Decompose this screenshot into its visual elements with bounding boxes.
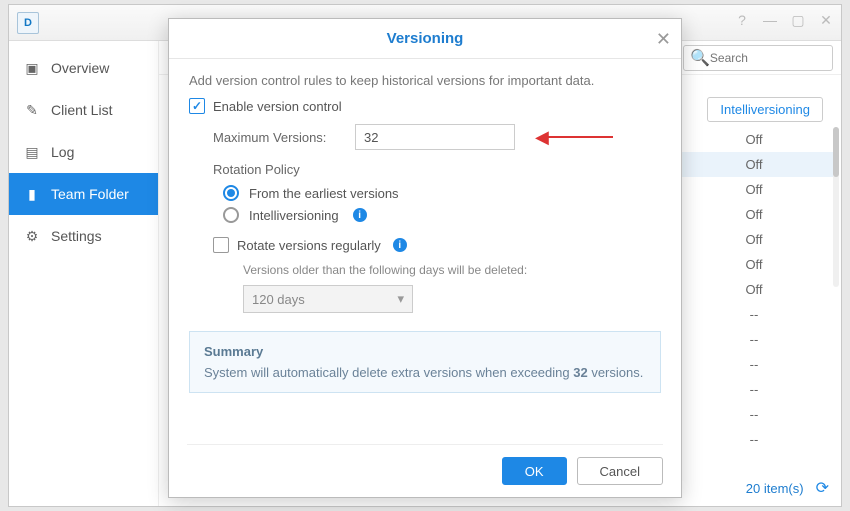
rotate-regularly-label: Rotate versions regularly — [237, 238, 381, 253]
rotation-policy-label: Rotation Policy — [213, 162, 661, 177]
info-icon[interactable]: i — [353, 208, 367, 222]
dialog-titlebar: Versioning ✕ — [169, 19, 681, 59]
summary-text: System will automatically delete extra v… — [204, 365, 646, 380]
rotate-regularly-checkbox[interactable] — [213, 237, 229, 253]
dialog-title: Versioning — [387, 30, 464, 47]
radio-earliest-label: From the earliest versions — [249, 186, 399, 201]
close-icon[interactable]: ✕ — [656, 29, 671, 50]
ok-button[interactable]: OK — [502, 457, 567, 485]
days-select-value: 120 days — [252, 292, 305, 307]
dialog-backdrop: Versioning ✕ Add version control rules t… — [0, 0, 850, 511]
max-versions-label: Maximum Versions: — [213, 130, 343, 145]
radio-intelliversioning-label: Intelliversioning — [249, 208, 339, 223]
versioning-dialog: Versioning ✕ Add version control rules t… — [168, 18, 682, 498]
dialog-description: Add version control rules to keep histor… — [189, 73, 661, 88]
summary-title: Summary — [204, 344, 646, 359]
max-versions-input[interactable] — [355, 124, 515, 150]
summary-box: Summary System will automatically delete… — [189, 331, 661, 393]
info-icon[interactable]: i — [393, 238, 407, 252]
chevron-down-icon: ▾ — [397, 291, 404, 307]
older-than-description: Versions older than the following days w… — [243, 263, 661, 277]
cancel-button[interactable]: Cancel — [577, 457, 663, 485]
enable-version-control-checkbox[interactable] — [189, 98, 205, 114]
annotation-arrow: ◀ — [535, 127, 549, 148]
days-select[interactable]: 120 days ▾ — [243, 285, 413, 313]
radio-intelliversioning[interactable] — [223, 207, 239, 223]
enable-version-control-label: Enable version control — [213, 99, 342, 114]
radio-earliest[interactable] — [223, 185, 239, 201]
